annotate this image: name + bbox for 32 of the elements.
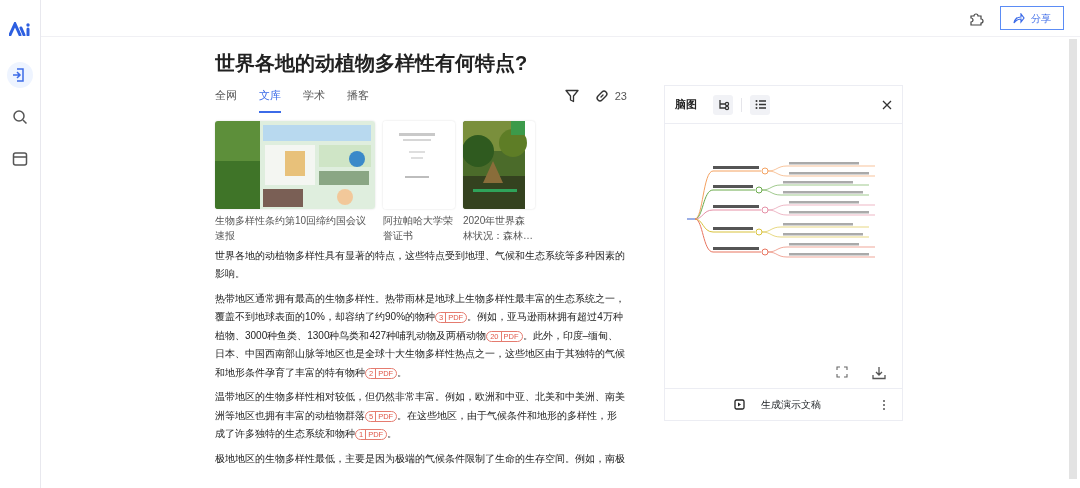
view-toggle-button[interactable] bbox=[713, 94, 733, 115]
list-icon bbox=[753, 98, 767, 111]
answer-paragraph: 世界各地的动植物多样性具有显著的特点，这些特点受到地理、气候和生态系统等多种因素的影响。 bbox=[215, 248, 626, 281]
share-button[interactable]: 分享 bbox=[1000, 6, 1064, 30]
share-icon bbox=[1013, 12, 1025, 24]
link-icon[interactable] bbox=[594, 88, 609, 103]
filter-icon[interactable] bbox=[564, 88, 579, 103]
puzzle-icon[interactable] bbox=[968, 10, 984, 26]
source-tab[interactable]: 文库 bbox=[259, 87, 281, 113]
source-tab[interactable]: 学术 bbox=[303, 87, 325, 113]
fullscreen-icon[interactable] bbox=[836, 366, 848, 378]
search-icon bbox=[11, 108, 29, 126]
source-tab[interactable]: 全网 bbox=[215, 87, 237, 113]
download-icon[interactable] bbox=[872, 366, 886, 380]
view-toggle-button[interactable] bbox=[750, 94, 770, 115]
more-icon[interactable] bbox=[882, 398, 886, 411]
source-tab[interactable]: 播客 bbox=[347, 87, 369, 113]
play-icon bbox=[734, 399, 745, 410]
mindmap-icon bbox=[716, 98, 730, 111]
panel-title: 脑图 bbox=[675, 96, 697, 112]
answer-paragraph: 极地地区的生物多样性最低，主要是因为极端的气候条件限制了生命的生存空间。例如，南极 bbox=[215, 451, 626, 466]
sidebar-button[interactable] bbox=[7, 62, 33, 88]
document-caption[interactable]: 生物多样性条约第10回缔约国会议速报 bbox=[215, 212, 375, 243]
document-caption[interactable]: 阿拉帕哈大学荣誉证书 bbox=[383, 212, 455, 243]
document-caption[interactable]: 2020年世界森林状况：森林… bbox=[463, 212, 535, 243]
window-icon bbox=[11, 150, 29, 168]
scrollbar[interactable] bbox=[1069, 39, 1077, 479]
generate-slides-button[interactable]: 生成演示文稿 bbox=[734, 397, 821, 412]
question-title: 世界各地的动植物多样性有何特点? bbox=[215, 51, 529, 76]
close-icon[interactable] bbox=[882, 99, 892, 110]
source-count: 23 bbox=[614, 88, 627, 104]
logo-icon bbox=[9, 21, 31, 36]
